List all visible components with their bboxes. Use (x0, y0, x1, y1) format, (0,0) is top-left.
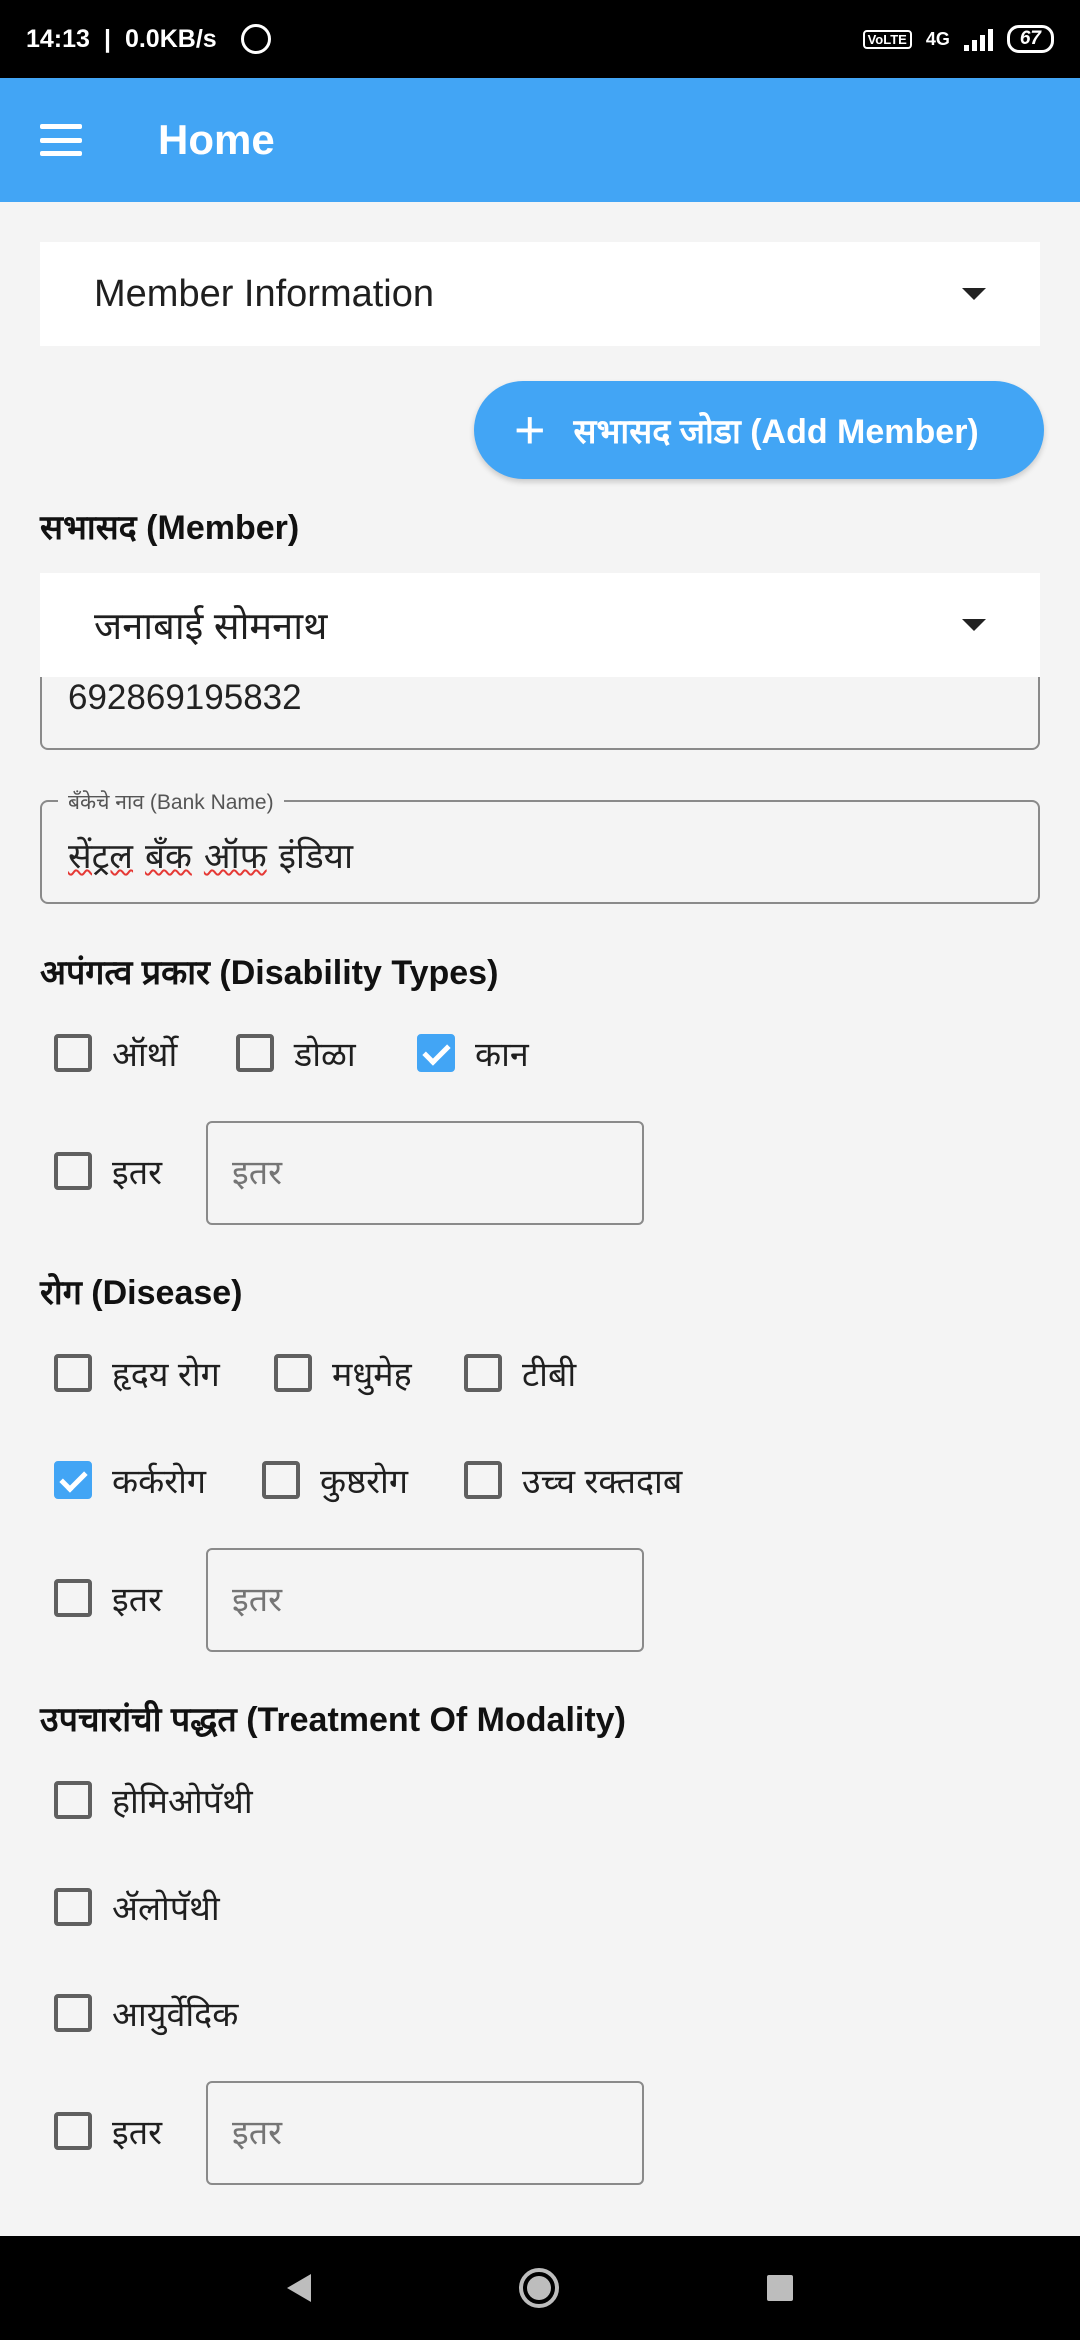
checkbox-cancer[interactable]: कर्करोग (54, 1457, 206, 1503)
status-bar: 14:13 | 0.0KB/s VoLTE 4G 67 (0, 0, 1080, 78)
checkbox-box (54, 1781, 92, 1819)
status-divider: | (103, 24, 111, 53)
checkbox-label: डोळा (294, 1036, 356, 1074)
bank-name-label: बँकेचे नाव (Bank Name) (58, 788, 284, 816)
caret-down-icon (962, 619, 986, 631)
status-speed: 0.0KB/s (124, 24, 217, 53)
volte-icon: VoLTE (862, 29, 912, 49)
checkbox-tb[interactable]: टीबी (464, 1350, 576, 1396)
checkbox-box (464, 1354, 502, 1392)
checkbox-label: इतर (112, 2114, 162, 2152)
add-member-label: सभासद जोडा (Add Member) (573, 413, 979, 451)
checkbox-homeopathy[interactable]: होमिओपॅथी (54, 1777, 253, 1823)
checkbox-diabetes[interactable]: मधुमेह (274, 1350, 412, 1396)
checkbox-box (262, 1461, 300, 1499)
checkbox-ear[interactable]: कान (417, 1030, 529, 1076)
checkbox-label: कुष्ठरोग (320, 1463, 408, 1501)
page-title: Home (158, 116, 275, 163)
disability-other-input[interactable] (206, 1121, 644, 1225)
checkbox-label: ऑर्थो (112, 1036, 178, 1074)
status-left: 14:13 | 0.0KB/s (26, 24, 271, 54)
checkbox-label: आयुर्वेदिक (112, 1996, 239, 2034)
checkbox-box (54, 1152, 92, 1190)
treatment-title: उपचारांची पद्धत (Treatment Of Modality) (40, 1701, 626, 1739)
checkbox-heart-disease[interactable]: हृदय रोग (54, 1350, 220, 1396)
checkbox-eye[interactable]: डोळा (236, 1030, 356, 1076)
section-dropdown-value: Member Information (94, 272, 435, 315)
disability-title: अपंगत्व प्रकार (Disability Types) (40, 954, 499, 992)
checkbox-treatment-other[interactable]: इतर (54, 2108, 162, 2154)
bank-word: इंडिया (278, 837, 354, 876)
account-number-value: 692869195832 (68, 678, 302, 717)
checkbox-box (54, 1034, 92, 1072)
bank-name-field[interactable]: बँकेचे नाव (Bank Name) सेंट्रल बँक ऑफ इं… (40, 788, 1040, 904)
checkbox-label: कान (475, 1036, 529, 1074)
checkbox-box (54, 1354, 92, 1392)
system-nav-bar (0, 2236, 1080, 2340)
checkbox-label: हृदय रोग (112, 1356, 220, 1394)
check-icon (417, 1034, 455, 1072)
checkbox-ayurvedic[interactable]: आयुर्वेदिक (54, 1990, 238, 2036)
battery-icon: 67 (1006, 25, 1054, 53)
disease-other-input[interactable] (206, 1548, 644, 1652)
disease-title: रोग (Disease) (40, 1274, 243, 1312)
add-member-button[interactable]: + सभासद जोडा (Add Member) (474, 381, 1044, 479)
checkbox-leprosy[interactable]: कुष्ठरोग (262, 1457, 408, 1503)
checkbox-box (274, 1354, 312, 1392)
checkbox-label: इतर (112, 1154, 162, 1192)
member-dropdown[interactable]: जनाबाई सोमनाथ (40, 573, 1040, 677)
section-dropdown[interactable]: Member Information (40, 242, 1040, 346)
check-icon (54, 1461, 92, 1499)
bank-word: सेंट्रल (68, 837, 134, 876)
back-icon[interactable] (287, 2274, 311, 2302)
caret-down-icon (962, 288, 986, 300)
member-title: सभासद (Member) (40, 509, 300, 547)
checkbox-box (236, 1034, 274, 1072)
checkbox-label: टीबी (522, 1356, 577, 1394)
network-type: 4G (925, 28, 950, 49)
checkbox-high-bp[interactable]: उच्च रक्तदाब (464, 1457, 682, 1503)
bank-word: बँक (145, 837, 192, 876)
checkbox-disease-other[interactable]: इतर (54, 1575, 162, 1621)
member-dropdown-value: जनाबाई सोमनाथ (94, 606, 328, 648)
checkbox-box (464, 1461, 502, 1499)
bank-name-value: सेंट्रल बँक ऑफ इंडिया (68, 832, 353, 879)
checkbox-label: कर्करोग (112, 1463, 207, 1501)
checkbox-box (54, 1579, 92, 1617)
app-bar: Home (0, 78, 1080, 202)
signal-icon (963, 27, 993, 51)
checkbox-box (54, 1888, 92, 1926)
status-right: VoLTE 4G 67 (862, 25, 1054, 53)
checkbox-label: मधुमेह (332, 1356, 412, 1394)
home-icon[interactable] (519, 2268, 559, 2308)
checkbox-label: इतर (112, 1581, 162, 1619)
bank-word: ऑफ (203, 837, 267, 876)
hamburger-icon[interactable] (40, 124, 82, 156)
checkbox-box (54, 1994, 92, 2032)
checkbox-label: ॲलोपॅथी (112, 1890, 220, 1928)
recent-apps-icon[interactable] (767, 2275, 793, 2301)
checkbox-ortho[interactable]: ऑर्थो (54, 1030, 177, 1076)
treatment-other-input[interactable] (206, 2081, 644, 2185)
status-time: 14:13 (26, 24, 90, 53)
checkbox-label: उच्च रक्तदाब (522, 1463, 683, 1501)
checkbox-label: होमिओपॅथी (112, 1783, 253, 1821)
checkbox-box (54, 2112, 92, 2150)
plus-icon: + (514, 400, 546, 460)
checkbox-allopathy[interactable]: ॲलोपॅथी (54, 1884, 220, 1930)
whatsapp-icon (240, 24, 271, 54)
checkbox-disability-other[interactable]: इतर (54, 1148, 162, 1194)
